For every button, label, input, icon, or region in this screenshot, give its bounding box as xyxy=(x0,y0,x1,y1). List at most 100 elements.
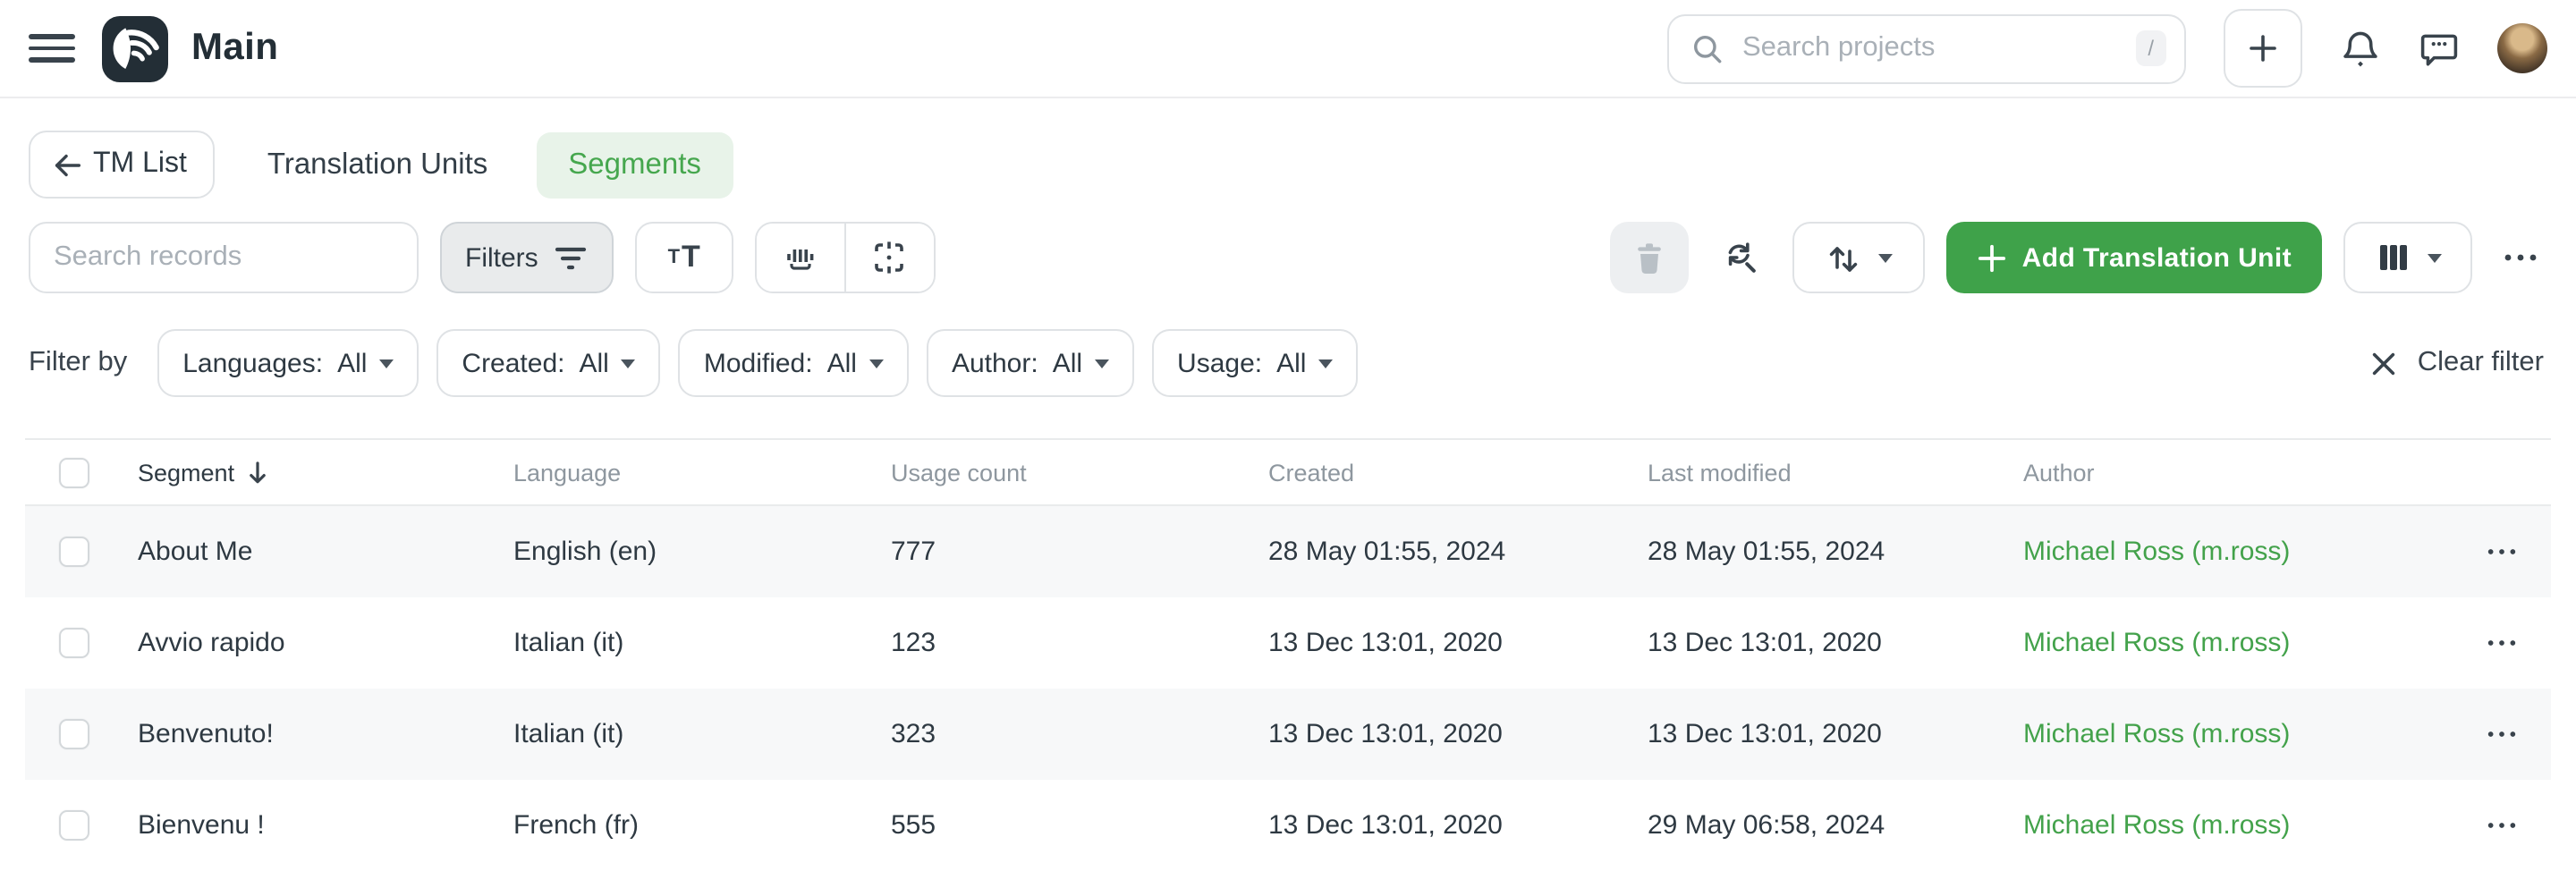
row-checkbox[interactable] xyxy=(59,810,89,841)
table-row[interactable]: Benvenuto! Italian (it) 323 13 Dec 13:01… xyxy=(25,689,2551,780)
cell-segment: Avvio rapido xyxy=(138,628,513,658)
select-all-checkbox[interactable] xyxy=(59,457,89,487)
column-header-created[interactable]: Created xyxy=(1268,459,1648,486)
chevron-down-icon xyxy=(622,359,636,368)
chevron-down-icon xyxy=(379,359,394,368)
chip-name: Usage: xyxy=(1177,348,1262,378)
columns-button[interactable] xyxy=(2343,222,2472,293)
find-replace-button[interactable] xyxy=(1711,238,1772,277)
cell-last-modified: 28 May 01:55, 2024 xyxy=(1648,537,2023,567)
filter-chip-modified[interactable]: Modified: All xyxy=(679,329,909,397)
shortcut-badge: / xyxy=(2135,30,2166,66)
row-menu-button[interactable] xyxy=(2451,717,2551,751)
topbar: Main Search projects / xyxy=(0,0,2576,98)
chevron-down-icon xyxy=(869,359,884,368)
cell-usage-count: 777 xyxy=(891,537,1268,567)
author-link[interactable]: Michael Ross (m.ross) xyxy=(2023,719,2451,749)
user-avatar[interactable] xyxy=(2497,23,2547,73)
feedback-button[interactable] xyxy=(2419,28,2460,69)
app-root: Main Search projects / xyxy=(0,0,2576,871)
app-logo-icon[interactable] xyxy=(102,15,168,81)
cell-last-modified: 13 Dec 13:01, 2020 xyxy=(1648,628,2023,658)
cell-usage-count: 123 xyxy=(891,628,1268,658)
tab-segments[interactable]: Segments xyxy=(536,131,733,198)
table-row[interactable]: Avvio rapido Italian (it) 123 13 Dec 13:… xyxy=(25,597,2551,689)
cell-language: Italian (it) xyxy=(513,628,891,658)
search-projects-input[interactable]: Search projects / xyxy=(1667,13,2186,83)
chip-value: All xyxy=(827,348,857,378)
filter-bar: Filter by Languages: All Created: All Mo… xyxy=(0,329,2576,397)
delete-selected-button[interactable] xyxy=(1611,222,1690,293)
filters-button-label: Filters xyxy=(465,242,538,273)
chip-name: Languages: xyxy=(182,348,323,378)
page-title: Main xyxy=(191,27,278,70)
table-row[interactable]: Bienvenu ! French (fr) 555 13 Dec 13:01,… xyxy=(25,780,2551,871)
close-icon xyxy=(2369,348,2400,378)
filter-chip-usage[interactable]: Usage: All xyxy=(1152,329,1358,397)
table-header: Segment Language Usage count Created Las… xyxy=(25,440,2551,506)
bell-icon xyxy=(2340,28,2381,69)
view-options-group xyxy=(755,222,936,293)
create-new-button[interactable] xyxy=(2224,9,2302,88)
nav-row: TM List Translation Units Segments xyxy=(0,131,2576,199)
menu-icon[interactable] xyxy=(29,25,75,72)
search-records-input[interactable]: Search records xyxy=(29,222,419,293)
add-translation-unit-button[interactable]: Add Translation Unit xyxy=(1947,222,2322,293)
filter-chip-languages[interactable]: Languages: All xyxy=(157,329,419,397)
toolbar: Search records Filters TT xyxy=(0,222,2576,293)
chip-name: Modified: xyxy=(704,348,813,378)
back-to-tm-list-button[interactable]: TM List xyxy=(29,131,216,199)
filter-chip-created[interactable]: Created: All xyxy=(436,329,660,397)
row-menu-button[interactable] xyxy=(2451,626,2551,660)
row-checkbox[interactable] xyxy=(59,719,89,749)
clear-filter-label: Clear filter xyxy=(2418,347,2544,379)
chevron-down-icon xyxy=(1318,359,1333,368)
row-menu-button[interactable] xyxy=(2451,535,2551,569)
filters-button[interactable]: Filters xyxy=(440,222,614,293)
table-row[interactable]: About Me English (en) 777 28 May 01:55, … xyxy=(25,506,2551,597)
cell-last-modified: 13 Dec 13:01, 2020 xyxy=(1648,719,2023,749)
text-case-icon: T xyxy=(668,247,680,268)
chevron-down-icon xyxy=(1095,359,1109,368)
text-case-button[interactable]: TT xyxy=(635,222,733,293)
chevron-down-icon xyxy=(1879,253,1894,262)
chip-value: All xyxy=(1053,348,1082,378)
toolbar-more-button[interactable] xyxy=(2494,238,2547,277)
author-link[interactable]: Michael Ross (m.ross) xyxy=(2023,628,2451,658)
author-link[interactable]: Michael Ross (m.ross) xyxy=(2023,537,2451,567)
filter-chip-author[interactable]: Author: All xyxy=(927,329,1134,397)
author-link[interactable]: Michael Ross (m.ross) xyxy=(2023,810,2451,841)
notifications-button[interactable] xyxy=(2340,28,2381,69)
clear-filter-button[interactable]: Clear filter xyxy=(2369,347,2547,379)
chip-value: All xyxy=(580,348,609,378)
search-projects-placeholder: Search projects xyxy=(1742,32,2135,64)
cell-usage-count: 555 xyxy=(891,810,1268,841)
column-header-segment[interactable]: Segment xyxy=(138,459,513,486)
cell-language: Italian (it) xyxy=(513,719,891,749)
arrow-down-icon xyxy=(245,459,270,486)
column-header-last-modified[interactable]: Last modified xyxy=(1648,459,2023,486)
ellipsis-icon xyxy=(2484,535,2518,569)
row-checkbox[interactable] xyxy=(59,537,89,567)
barcode-icon xyxy=(782,239,819,276)
cell-segment: About Me xyxy=(138,537,513,567)
search-icon xyxy=(1690,31,1724,65)
back-button-label: TM List xyxy=(93,148,187,181)
placeholder-frame-button[interactable] xyxy=(844,224,934,292)
chip-value: All xyxy=(337,348,367,378)
filter-lines-icon xyxy=(553,241,589,275)
segments-table: Segment Language Usage count Created Las… xyxy=(25,438,2551,871)
row-checkbox[interactable] xyxy=(59,628,89,658)
tab-translation-units[interactable]: Translation Units xyxy=(267,148,487,182)
whitespace-toggle-button[interactable] xyxy=(757,224,844,292)
column-header-author[interactable]: Author xyxy=(2023,459,2451,486)
column-header-language[interactable]: Language xyxy=(513,459,891,486)
sort-button[interactable] xyxy=(1793,222,1926,293)
chevron-down-icon xyxy=(2427,253,2441,262)
row-menu-button[interactable] xyxy=(2451,808,2551,842)
chip-value: All xyxy=(1276,348,1306,378)
column-bars-icon xyxy=(2375,240,2411,275)
column-header-usage-count[interactable]: Usage count xyxy=(891,459,1268,486)
ellipsis-icon xyxy=(2484,626,2518,660)
chip-name: Created: xyxy=(462,348,564,378)
